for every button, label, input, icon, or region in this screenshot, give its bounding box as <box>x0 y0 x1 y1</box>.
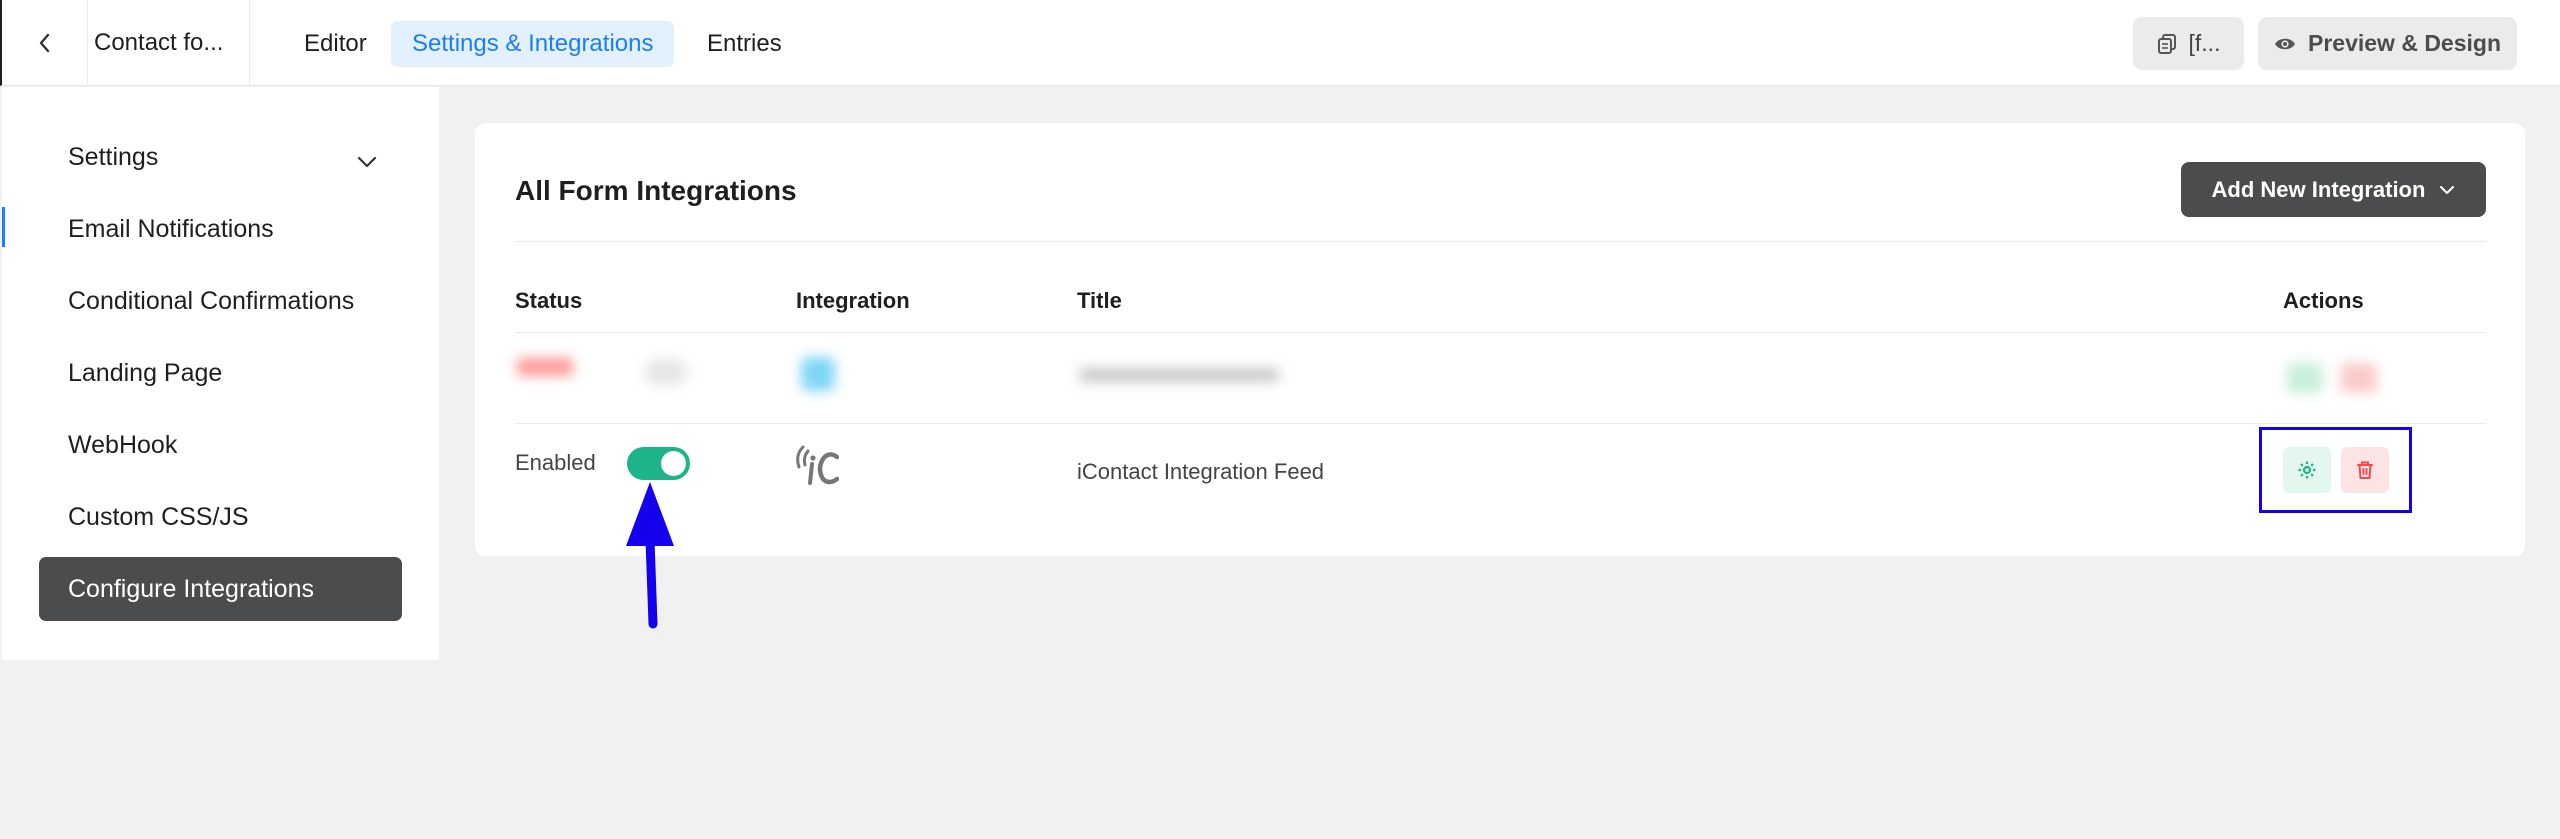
obscured-toggle <box>645 359 687 385</box>
column-header-actions: Actions <box>2283 288 2364 313</box>
sidebar-item-email-notifications[interactable]: Email Notifications <box>39 197 402 261</box>
back-button[interactable] <box>2 0 88 86</box>
settings-sidebar: Settings Email Notifications Conditional… <box>2 87 439 660</box>
preview-design-label: Preview & Design <box>2307 30 2502 56</box>
sidebar-item-conditional-confirmations[interactable]: Conditional Confirmations <box>39 269 402 333</box>
icontact-logo-icon <box>793 441 840 492</box>
integration-settings-button[interactable] <box>2283 447 2331 493</box>
toggle-knob <box>661 451 686 476</box>
sidebar-item-label: Custom CSS/JS <box>68 502 249 531</box>
tab-entries[interactable]: Entries <box>686 21 803 67</box>
shortcode-button[interactable]: [f... <box>2133 17 2244 70</box>
sidebar-item-label: Conditional Confirmations <box>68 286 355 315</box>
sidebar-item-label: Configure Integrations <box>68 574 314 603</box>
add-new-integration-label: Add New Integration <box>2211 176 2426 202</box>
table-header-divider <box>515 332 2486 333</box>
form-title: Contact fo... <box>94 0 250 86</box>
sidebar-item-custom-css-js[interactable]: Custom CSS/JS <box>39 485 402 549</box>
annotation-highlight-box <box>2259 427 2412 513</box>
tab-settings-integrations[interactable]: Settings & Integrations <box>391 21 675 67</box>
chevron-left-icon <box>39 33 49 53</box>
row-divider <box>515 423 2486 424</box>
sidebar-item-webhook[interactable]: WebHook <box>39 413 402 477</box>
sidebar-accent-bar <box>2 207 5 247</box>
obscured-status <box>517 358 573 376</box>
copy-icon <box>2157 33 2177 55</box>
sidebar-item-label: WebHook <box>68 430 178 459</box>
top-bar: Contact fo... Editor Settings & Integrat… <box>0 0 2560 86</box>
sidebar-item-settings[interactable]: Settings <box>39 125 402 189</box>
page-title: All Form Integrations <box>515 175 797 206</box>
integration-feed-title: iContact Integration Feed <box>1077 459 1325 484</box>
status-label: Enabled <box>515 450 596 475</box>
chevron-down-icon <box>356 147 378 176</box>
sidebar-item-configure-integrations[interactable]: Configure Integrations <box>39 557 402 621</box>
integrations-card: All Form Integrations Add New Integratio… <box>475 123 2525 556</box>
add-new-integration-button[interactable]: Add New Integration <box>2181 162 2486 217</box>
trash-icon <box>2357 461 2373 479</box>
gear-icon <box>2298 461 2316 479</box>
sidebar-item-label: Settings <box>68 142 159 171</box>
annotation-arrow-icon <box>620 480 680 635</box>
status-toggle[interactable] <box>627 447 690 480</box>
column-header-status: Status <box>515 288 583 313</box>
obscured-integration-icon <box>801 357 835 391</box>
chevron-down-icon <box>2439 185 2455 195</box>
sidebar-item-label: Email Notifications <box>68 214 274 243</box>
column-header-integration: Integration <box>796 288 910 313</box>
obscured-title <box>1079 368 1279 382</box>
header-divider <box>515 241 2486 242</box>
sidebar-item-label: Landing Page <box>68 358 223 387</box>
tab-editor[interactable]: Editor <box>283 21 388 67</box>
obscured-settings-button <box>2287 363 2323 393</box>
column-header-title: Title <box>1077 288 1122 313</box>
integration-delete-button[interactable] <box>2341 447 2389 493</box>
preview-design-button[interactable]: Preview & Design <box>2258 17 2517 70</box>
obscured-delete-button <box>2341 363 2377 393</box>
eye-icon <box>2274 36 2296 52</box>
sidebar-item-landing-page[interactable]: Landing Page <box>39 341 402 405</box>
shortcode-label: [f... <box>2188 30 2221 56</box>
